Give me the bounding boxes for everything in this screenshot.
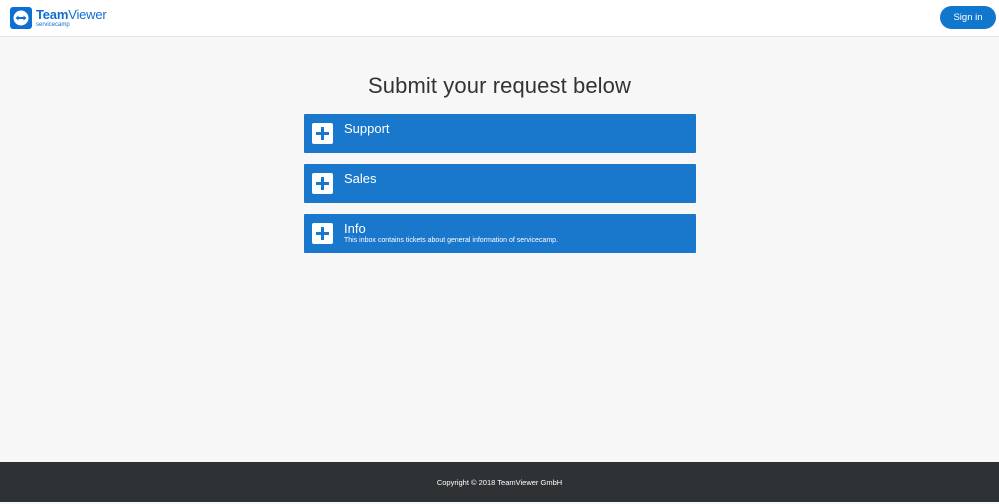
inbox-name: Info	[344, 221, 366, 236]
teamviewer-logo-icon	[10, 7, 32, 29]
teamviewer-logo[interactable]: TeamViewer servicecamp	[10, 6, 107, 30]
footer: Copyright © 2018 TeamViewer GmbH	[0, 462, 999, 502]
logo-text: TeamViewer servicecamp	[36, 8, 107, 28]
logo-brand-light: Viewer	[68, 7, 107, 22]
sign-in-button[interactable]: Sign in	[940, 6, 996, 29]
page-title: Submit your request below	[368, 73, 631, 98]
plus-icon	[312, 223, 333, 244]
inbox-sales[interactable]: Sales	[304, 164, 696, 203]
logo-subtitle: servicecamp	[36, 22, 70, 28]
inbox-support[interactable]: Support	[304, 114, 696, 153]
logo-brand-bold: Team	[36, 7, 69, 22]
inbox-name: Sales	[344, 171, 377, 186]
inbox-info[interactable]: Info This inbox contains tickets about g…	[304, 214, 696, 253]
copyright-text: Copyright © 2018 TeamViewer GmbH	[436, 478, 563, 487]
inbox-name: Support	[344, 121, 390, 136]
plus-icon	[312, 173, 333, 194]
logo-brand: TeamViewer	[36, 8, 107, 21]
plus-icon	[312, 123, 333, 144]
inbox-description: This inbox contains tickets about genera…	[344, 237, 558, 244]
top-header: TeamViewer servicecamp Sign in	[0, 0, 999, 37]
